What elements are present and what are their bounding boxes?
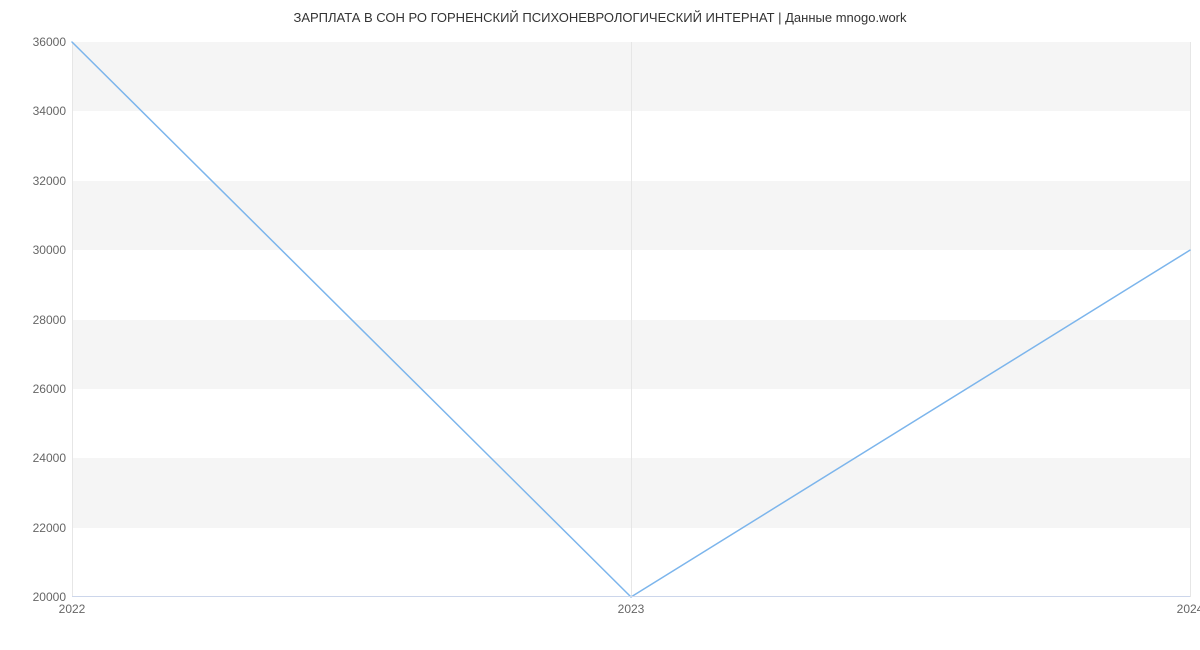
y-tick-label: 24000 <box>6 451 66 465</box>
y-tick-label: 28000 <box>6 313 66 327</box>
x-axis-line <box>72 596 1190 597</box>
x-tick-label: 2024 <box>1177 602 1200 616</box>
y-tick-label: 20000 <box>6 590 66 604</box>
chart-title: ЗАРПЛАТА В СОН РО ГОРНЕНСКИЙ ПСИХОНЕВРОЛ… <box>0 10 1200 25</box>
x-tick-label: 2022 <box>59 602 86 616</box>
y-tick-label: 22000 <box>6 521 66 535</box>
x-tick-label: 2023 <box>618 602 645 616</box>
plot-area <box>72 42 1190 597</box>
y-tick-label: 30000 <box>6 243 66 257</box>
y-tick-label: 32000 <box>6 174 66 188</box>
y-tick-label: 26000 <box>6 382 66 396</box>
y-tick-label: 36000 <box>6 35 66 49</box>
series-line <box>72 42 1190 597</box>
y-tick-label: 34000 <box>6 104 66 118</box>
line-chart-svg <box>72 42 1190 597</box>
gridline-vertical <box>1190 42 1191 597</box>
